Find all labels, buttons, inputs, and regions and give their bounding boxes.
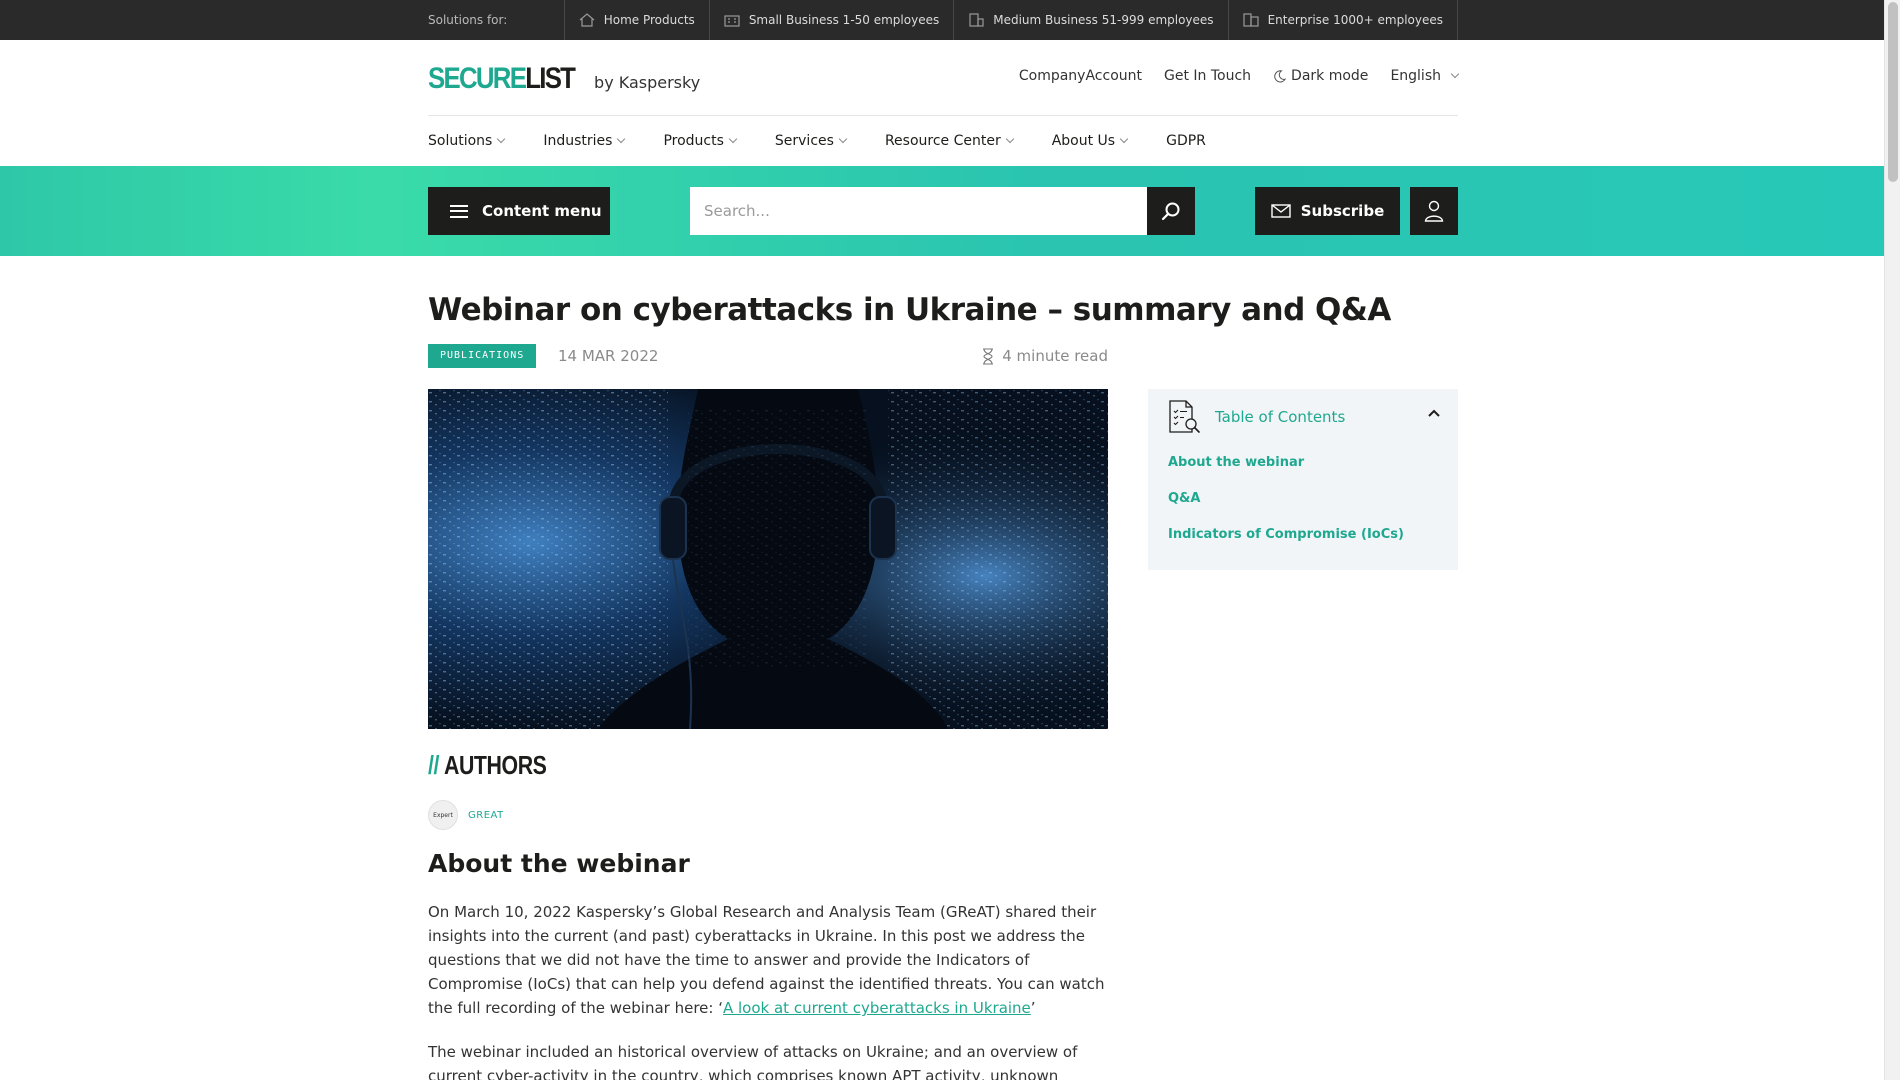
envelope-icon [1271,204,1291,218]
section-heading: About the webinar [428,849,690,878]
author-name-link[interactable]: GREAT [468,810,504,821]
nav-label: Resource Center [884,133,1001,149]
chevron-up-icon[interactable] [1428,407,1440,419]
solutions-small-business[interactable]: Small Business 1-50 employees [708,0,953,40]
site-header: SECURELIST by Kaspersky CompanyAccount G… [428,40,1460,116]
chevron-down-icon [617,134,626,144]
paragraph-text-end: ’ [1030,999,1036,1017]
logo-wordmark: SECURELIST [428,62,576,96]
building-small-icon [724,15,740,27]
search-input[interactable] [690,187,1148,235]
chevron-down-icon [1005,134,1014,144]
hamburger-icon [450,204,468,218]
nav-label: GDPR [1166,133,1206,149]
main-nav: Solutions Industries Products Services R… [428,116,1458,166]
securelist-logo[interactable]: SECURELIST by Kaspersky [428,62,700,96]
subscribe-label: Subscribe [1300,202,1385,220]
category-badge[interactable]: PUBLICATIONS [428,344,537,368]
read-time-label: 4 minute read [1002,347,1108,365]
toc-item-qa[interactable]: Q&A [1168,491,1404,527]
solutions-item-label: Medium Business 51-999 employees [993,13,1214,27]
table-of-contents: Table of Contents About the webinar Q&A … [1148,389,1458,570]
toc-item-iocs[interactable]: Indicators of Compromise (IoCs) [1168,527,1404,563]
webinar-recording-link[interactable]: A look at current cyberattacks in Ukrain… [723,999,1031,1017]
solutions-bar: Solutions for: Home Products Small Busin… [0,0,1884,40]
scrollbar-thumb[interactable] [1888,2,1898,182]
hero-image [428,389,1108,729]
solutions-item-label: Small Business 1-50 employees [748,13,940,27]
hourglass-icon [983,347,994,365]
page-scrollbar[interactable] [1884,0,1900,1080]
header-links: CompanyAccount Get In Touch Dark mode En… [1019,68,1460,84]
chevron-down-icon [1450,69,1460,79]
toc-list: About the webinar Q&A Indicators of Comp… [1168,455,1404,563]
article-paragraph: On March 10, 2022 Kaspersky’s Global Res… [428,900,1108,1020]
user-icon [1424,200,1444,222]
language-label: English [1390,68,1441,84]
solutions-enterprise[interactable]: Enterprise 1000+ employees [1227,0,1458,40]
avatar: Expert [428,800,458,830]
search-button[interactable] [1147,187,1195,235]
publish-date: 14 MAR 2022 [558,347,659,365]
nav-label: Solutions [428,133,493,149]
authors-heading: //AUTHORS [428,750,547,781]
chevron-down-icon [1119,134,1129,144]
solutions-medium-business[interactable]: Medium Business 51-999 employees [953,0,1227,40]
solutions-home-products[interactable]: Home Products [563,0,709,40]
nav-label: About Us [1051,133,1116,149]
nav-label: Services [774,133,834,149]
logo-by-kaspersky: by Kaspersky [594,73,701,92]
building-large-icon [1242,13,1259,27]
dark-mode-toggle[interactable]: Dark mode [1273,68,1368,84]
nav-label: Products [663,133,724,149]
article-title: Webinar on cyberattacks in Ukraine – sum… [428,292,1391,328]
building-medium-icon [969,13,984,27]
company-account-link[interactable]: CompanyAccount [1019,68,1142,84]
search-icon [1161,202,1180,221]
language-select[interactable]: English [1390,68,1460,84]
logo-secure-text: SECURE [428,62,527,95]
dark-mode-label: Dark mode [1291,68,1369,84]
hacker-illustration [428,389,1108,729]
nav-solutions[interactable]: Solutions [428,133,506,149]
toc-item-about-webinar[interactable]: About the webinar [1168,455,1404,491]
content-menu-label: Content menu [482,202,602,220]
chevron-down-icon [838,134,848,144]
nav-label: Industries [543,133,613,149]
solutions-item-label: Home Products [603,13,695,27]
user-account-button[interactable] [1410,187,1458,235]
read-time: 4 minute read [982,347,1108,365]
author-entry[interactable]: Expert GREAT [428,800,504,830]
get-in-touch-link[interactable]: Get In Touch [1164,68,1251,84]
nav-services[interactable]: Services [774,133,848,149]
solutions-label: Solutions for: [428,13,508,27]
article-meta: PUBLICATIONS 14 MAR 2022 4 minute read [428,344,1108,368]
authors-heading-label: AUTHORS [443,750,547,780]
toc-title: Table of Contents [1215,408,1346,426]
document-search-icon [1169,400,1200,433]
nav-industries[interactable]: Industries [543,133,626,149]
content-menu-button[interactable]: Content menu [428,187,610,235]
chevron-down-icon [497,134,506,144]
moon-icon [1274,69,1287,82]
house-icon [579,13,595,27]
nav-resource-center[interactable]: Resource Center [884,133,1014,149]
chevron-down-icon [728,134,738,144]
logo-list-text: LIST [525,62,576,95]
nav-about-us[interactable]: About Us [1051,133,1129,149]
toc-header[interactable]: Table of Contents [1167,399,1345,435]
nav-products[interactable]: Products [663,133,738,149]
nav-gdpr[interactable]: GDPR [1166,133,1206,149]
authors-slashes: // [428,750,440,780]
subscribe-button[interactable]: Subscribe [1255,187,1400,235]
solutions-item-label: Enterprise 1000+ employees [1267,13,1443,27]
article-paragraph: The webinar included an historical overv… [428,1043,1078,1080]
